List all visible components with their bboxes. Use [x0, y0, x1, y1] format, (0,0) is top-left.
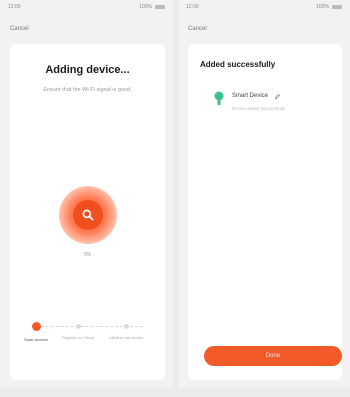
screenshot-canvas: 12:00 100% Cancel Adding device... Ensur…	[0, 0, 350, 397]
page-title: Adding device...	[45, 64, 130, 76]
page-title: Added successfully	[200, 60, 276, 69]
status-time: 12:00	[8, 4, 21, 10]
adding-device-screen: 12:00 100% Cancel Adding device... Ensur…	[0, 0, 173, 388]
added-successfully-screen: 12:00 100% Cancel Added successfully Sma…	[178, 0, 350, 388]
device-icon	[214, 91, 224, 105]
adding-card: Adding device... Ensure that the Wi-Fi s…	[10, 44, 165, 380]
added-device-item[interactable]: Smart Device Device added successfully	[212, 88, 324, 118]
page-subtitle: Ensure that the Wi-Fi signal is good.	[43, 87, 132, 93]
step-dot	[31, 322, 41, 331]
step-scan: Scan devices	[16, 322, 56, 342]
step-dot	[75, 324, 81, 329]
step-label: Scan devices	[24, 337, 48, 342]
status-battery-text: 100%	[139, 4, 152, 10]
scanning-core	[72, 200, 103, 230]
success-card: Added successfully Smart Device Device a…	[188, 44, 342, 380]
status-bar: 12:00 100%	[186, 2, 342, 12]
status-time: 12:00	[186, 4, 199, 10]
device-status: Device added successfully	[232, 106, 286, 111]
battery-icon	[332, 5, 342, 9]
step-register: Register on Cloud	[58, 322, 98, 340]
step-dot	[123, 324, 129, 329]
battery-icon	[155, 5, 165, 9]
progress-steps: Scan devices Register on Cloud Initializ…	[24, 322, 151, 362]
step-initialize: Initialize the device	[106, 322, 146, 340]
status-battery-text: 100%	[316, 4, 329, 10]
done-button[interactable]: Done	[204, 346, 342, 366]
scanning-pulse	[58, 186, 117, 244]
cancel-link[interactable]: Cancel	[10, 26, 29, 32]
status-bar: 12:00 100%	[8, 2, 165, 12]
edit-icon[interactable]	[274, 93, 281, 100]
progress-percent: 0%	[83, 252, 92, 258]
device-name: Smart Device	[232, 93, 269, 99]
step-label: Initialize the device	[109, 335, 143, 340]
step-label: Register on Cloud	[61, 335, 95, 340]
search-icon	[81, 209, 94, 221]
cancel-link[interactable]: Cancel	[188, 26, 207, 32]
